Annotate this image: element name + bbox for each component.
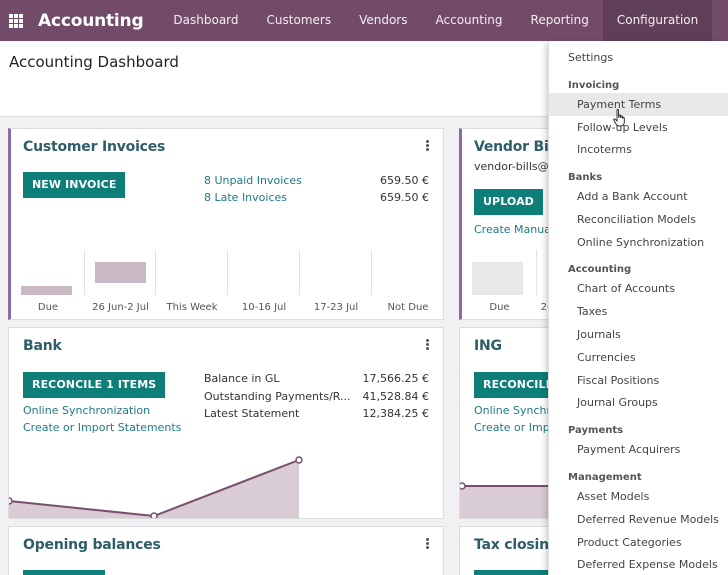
reconcile-button[interactable]: RECONCILE 1 ITEMS [23,372,166,398]
nav-customers[interactable]: Customers [253,0,346,41]
online-sync-link[interactable]: Online Synchronization [23,404,150,417]
kebab-menu-icon[interactable] [426,339,429,350]
top-navbar: Accounting Dashboard Customers Vendors A… [0,0,728,41]
chart-column [228,250,300,295]
chart-label: This Week [166,302,218,313]
chart-column [462,250,537,295]
latest-statement-label[interactable]: Latest Statement [204,407,299,420]
invoices-aging-chart[interactable]: Due 26 Jun-2 Jul This Week 10-16 Jul 17-… [11,250,443,319]
menu-item-deferred-expense-models[interactable]: Deferred Expense Models [577,558,718,571]
apps-menu-icon[interactable] [9,13,23,28]
card-title[interactable]: ING [474,338,502,354]
chart-label: Not Due [387,302,429,313]
tax-closing-button[interactable] [474,570,554,575]
create-manual-link[interactable]: Create Manual [474,223,554,236]
opening-balances-card: Opening balances [8,526,444,575]
page-title: Accounting Dashboard [9,53,179,71]
menu-header-accounting: Accounting [568,264,632,275]
chart-bar-due [472,262,523,295]
import-statements-link[interactable]: Create or Impo [474,421,556,434]
menu-header-management: Management [568,472,642,483]
card-title[interactable]: Opening balances [23,537,161,553]
outstanding-payments-amount: 41,528.84 € [362,390,429,403]
new-invoice-button[interactable]: NEW INVOICE [23,172,126,198]
menu-item-settings[interactable]: Settings [568,51,613,64]
chart-label: Due [489,302,510,313]
menu-item-journal-groups[interactable]: Journal Groups [577,396,658,409]
unpaid-invoices-amount: 659.50 € [380,174,429,187]
menu-item-asset-models[interactable]: Asset Models [577,490,649,503]
configuration-dropdown: Settings Invoicing Payment Terms Follow-… [548,41,728,575]
balance-gl-amount: 17,566.25 € [362,372,429,385]
menu-item-currencies[interactable]: Currencies [577,351,636,364]
chart-label: Due [37,302,59,313]
balance-gl-label: Balance in GL [204,372,280,385]
nav-reporting[interactable]: Reporting [517,0,603,41]
menu-item-journals[interactable]: Journals [577,328,621,341]
app-brand[interactable]: Accounting [38,11,144,31]
bank-card: Bank RECONCILE 1 ITEMS Online Synchroniz… [8,327,444,519]
bank-balance-chart[interactable] [9,453,444,519]
menu-item-reconciliation-models[interactable]: Reconciliation Models [577,213,696,226]
menu-item-fiscal-positions[interactable]: Fiscal Positions [577,374,659,387]
menu-header-banks: Banks [568,172,603,183]
menu-item-taxes[interactable]: Taxes [577,305,607,318]
control-panel: Accounting Dashboard [0,41,548,117]
hand-cursor-icon [613,109,625,127]
kebab-menu-icon[interactable] [426,538,429,549]
latest-statement-amount: 12,384.25 € [362,407,429,420]
unpaid-invoices-link[interactable]: 8 Unpaid Invoices [204,174,302,187]
nav-accounting[interactable]: Accounting [422,0,517,41]
menu-item-payment-acquirers[interactable]: Payment Acquirers [577,443,680,456]
chart-bar-26jun [95,262,146,283]
opening-balance-button[interactable] [23,570,105,575]
chart-bar-due [21,286,72,295]
nav-dashboard[interactable]: Dashboard [159,0,252,41]
nav-configuration[interactable]: Configuration [602,0,713,41]
card-title[interactable]: Customer Invoices [23,139,165,155]
menu-header-invoicing: Invoicing [568,80,620,91]
outstanding-payments-label[interactable]: Outstanding Payments/R... [204,390,351,403]
chart-label: 10-16 Jul [241,302,287,313]
kebab-menu-icon[interactable] [426,140,429,151]
chart-column [156,250,228,295]
vendor-bills-email: vendor-bills@p [474,160,556,173]
nav-vendors[interactable]: Vendors [345,0,421,41]
menu-header-payments: Payments [568,425,624,436]
menu-item-deferred-revenue-models[interactable]: Deferred Revenue Models [577,513,719,526]
chart-column [11,250,85,295]
chart-column [372,250,443,295]
menu-item-add-bank-account[interactable]: Add a Bank Account [577,190,688,203]
chart-column [85,250,156,295]
card-title[interactable]: Bank [23,338,62,354]
menu-item-online-synchronization[interactable]: Online Synchronization [577,236,704,249]
card-title[interactable]: Tax closing [474,537,559,553]
menu-item-product-categories[interactable]: Product Categories [577,536,682,549]
customer-invoices-card: Customer Invoices NEW INVOICE 8 Unpaid I… [8,128,444,320]
chart-label: 17-23 Jul [313,302,359,313]
late-invoices-link[interactable]: 8 Late Invoices [204,191,287,204]
online-sync-link[interactable]: Online Synchro [474,404,557,417]
menu-item-chart-of-accounts[interactable]: Chart of Accounts [577,282,675,295]
menu-item-incoterms[interactable]: Incoterms [577,143,632,156]
late-invoices-amount: 659.50 € [380,191,429,204]
chart-column [300,250,372,295]
import-statements-link[interactable]: Create or Import Statements [23,421,181,434]
chart-label: 26 Jun-2 Jul [92,302,149,313]
upload-button[interactable]: UPLOAD [474,189,543,215]
